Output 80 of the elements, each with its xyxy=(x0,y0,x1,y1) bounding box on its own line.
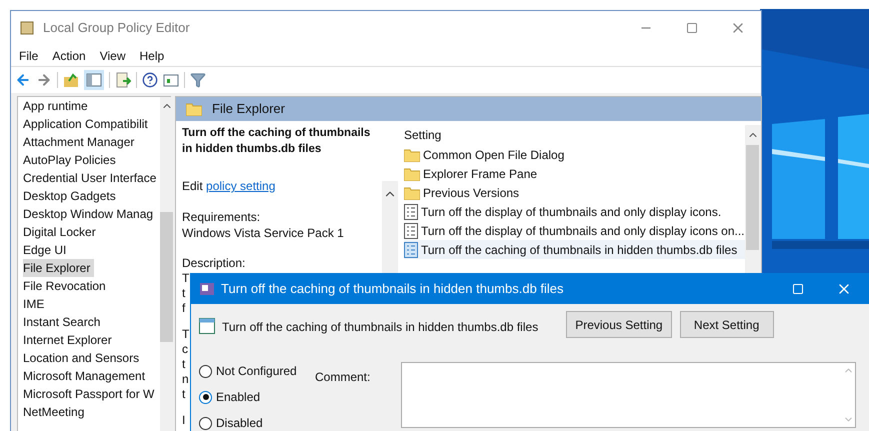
radio-option[interactable]: Enabled xyxy=(199,388,260,406)
setting-row[interactable]: Turn off the caching of thumbnails in hidden thumbs.db files xyxy=(404,240,745,259)
requirements-text: Windows Vista Service Pack 1 xyxy=(182,225,345,241)
setting-row[interactable]: Explorer Frame Pane xyxy=(404,164,745,183)
folder-icon xyxy=(186,102,202,116)
policy-name: Turn off the caching of thumbnails in hidden thumbs.db files xyxy=(222,319,538,336)
pane-title: File Explorer xyxy=(212,100,285,118)
forward-icon[interactable] xyxy=(36,72,52,88)
description-label: Description: xyxy=(182,255,246,271)
tree-item[interactable]: IME xyxy=(23,295,48,313)
dialog-title: Turn off the caching of thumbnails in hidden thumbs.db files xyxy=(221,280,564,298)
description-text: T xyxy=(182,271,190,286)
setting-nav-button[interactable]: Next Setting xyxy=(680,311,774,338)
description-text: f xyxy=(182,301,186,316)
edit-text: Edit policy setting xyxy=(182,178,276,195)
policy-setting-link[interactable]: policy setting xyxy=(206,179,276,193)
policy-icon xyxy=(404,222,418,238)
menu-item[interactable]: Help xyxy=(140,46,164,64)
menu-item[interactable]: File xyxy=(19,46,38,64)
policy-window-icon xyxy=(199,282,215,296)
tree-item[interactable]: Instant Search xyxy=(23,313,104,331)
description-text: n xyxy=(182,372,189,387)
scroll-thumb[interactable] xyxy=(160,212,174,342)
scrollbar[interactable] xyxy=(160,97,174,431)
tree-item[interactable]: Attachment Manager xyxy=(23,133,138,151)
menu-item[interactable]: Action xyxy=(52,46,86,64)
policy-icon xyxy=(404,242,418,258)
tree-item[interactable]: File Explorer xyxy=(23,259,94,277)
menu-item[interactable]: View xyxy=(100,46,126,64)
tree-toggle-icon[interactable] xyxy=(84,70,104,90)
tree-item[interactable]: Desktop Gadgets xyxy=(23,187,120,205)
policy-setting-icon xyxy=(199,318,215,334)
tree-item[interactable]: App runtime xyxy=(23,97,92,115)
tree-item[interactable]: AutoPlay Policies xyxy=(23,151,120,169)
help-icon[interactable] xyxy=(142,72,158,88)
setting-row[interactable]: Turn off the display of thumbnails and only display icons. xyxy=(404,202,745,221)
radio-option[interactable]: Not Configured xyxy=(199,362,297,380)
description-text: t xyxy=(182,286,186,301)
policy-title: Turn off the caching of thumbnails in hidden thumbs.db files xyxy=(182,126,372,157)
requirements-label: Requirements: xyxy=(182,209,262,225)
comment-field[interactable] xyxy=(401,362,856,428)
setting-row[interactable]: Common Open File Dialog xyxy=(404,145,745,164)
tree-item[interactable]: Digital Locker xyxy=(23,223,100,241)
folder-icon xyxy=(404,148,420,162)
radio-button[interactable] xyxy=(199,416,212,430)
tree-item[interactable]: Internet Explorer xyxy=(23,331,116,349)
maximize-icon xyxy=(792,283,804,295)
radio-option[interactable]: Disabled xyxy=(199,414,263,431)
tree-item[interactable]: Edge UI xyxy=(23,241,70,259)
policy-icon xyxy=(404,204,418,220)
tree-item[interactable]: Microsoft Management xyxy=(23,367,150,385)
back-icon[interactable] xyxy=(15,72,31,88)
radio-button[interactable] xyxy=(199,390,212,404)
tree-item[interactable]: Microsoft Passport for W xyxy=(23,385,158,403)
tree-item[interactable]: File Revocation xyxy=(23,277,110,295)
folder-icon xyxy=(404,166,420,180)
column-header[interactable]: Setting xyxy=(404,125,442,145)
tree-item[interactable]: Credential User Interface xyxy=(23,169,160,187)
tree-item[interactable]: Desktop Window Manag xyxy=(23,205,158,223)
setting-nav-button[interactable]: Previous Setting xyxy=(566,311,672,338)
folder-icon xyxy=(404,186,420,200)
description-text: t xyxy=(182,357,186,372)
export-icon[interactable] xyxy=(115,72,131,88)
panel-icon[interactable] xyxy=(163,72,179,88)
tree-item[interactable]: NetMeeting xyxy=(23,403,88,421)
scroll-thumb[interactable] xyxy=(746,145,760,250)
setting-row[interactable]: Previous Versions xyxy=(404,183,745,202)
up-folder-icon[interactable] xyxy=(63,72,79,88)
filter-icon[interactable] xyxy=(190,72,206,88)
tree-item[interactable]: Location and Sensors xyxy=(23,349,144,367)
tree-item[interactable]: Application Compatibilit xyxy=(23,115,152,133)
description-text: I xyxy=(182,413,186,428)
description-text: c xyxy=(182,342,188,357)
description-text: T xyxy=(182,327,190,342)
description-text: t xyxy=(182,387,186,402)
setting-row[interactable]: Turn off the display of thumbnails and only display icons on... xyxy=(404,221,745,240)
radio-button[interactable] xyxy=(199,364,212,378)
window-title: Local Group Policy Editor xyxy=(43,19,190,38)
maximize-icon xyxy=(686,22,698,34)
comment-label: Comment: xyxy=(315,369,372,386)
